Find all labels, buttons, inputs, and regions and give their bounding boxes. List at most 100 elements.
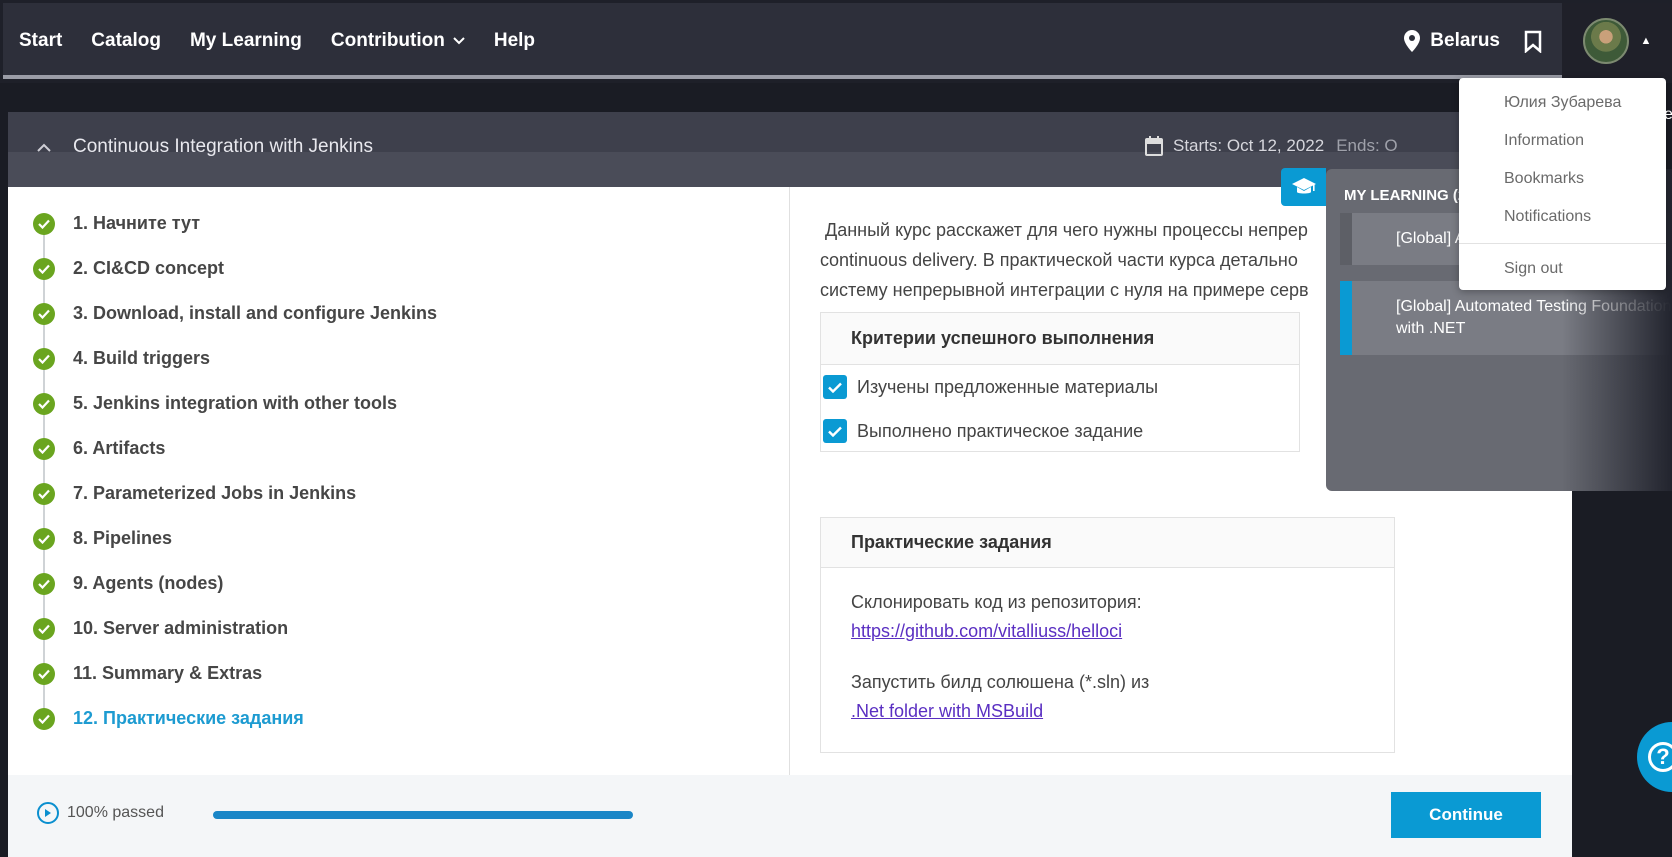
lesson-sidebar: 1. Начните тут 2. CI&CD concept 3. Downl… [8, 187, 790, 775]
end-date: Ends: O [1336, 136, 1398, 155]
tasks-body: Склонировать код из репозитория: https:/… [821, 568, 1394, 746]
check-icon [33, 302, 55, 325]
lesson-item[interactable]: 3. Download, install and configure Jenki… [33, 291, 437, 336]
check-icon [33, 662, 55, 685]
check-icon [33, 482, 55, 505]
lesson-item[interactable]: 10. Server administration [33, 606, 437, 651]
bookmark-button[interactable] [1524, 30, 1542, 53]
lesson-item[interactable]: 1. Начните тут [33, 201, 437, 246]
lesson-label: 10. Server administration [73, 618, 289, 638]
avatar [1582, 18, 1629, 64]
check-icon [33, 347, 55, 370]
lesson-item[interactable]: 2. CI&CD concept [33, 246, 437, 291]
start-date: Starts: Oct 12, 2022 [1173, 136, 1325, 155]
lesson-label: 3. Download, install and configure Jenki… [73, 303, 438, 323]
clone-text: Склонировать код из репозитория: [851, 592, 1142, 612]
tasks-header: Практические задания [821, 518, 1394, 568]
checkbox-checked[interactable] [823, 419, 847, 443]
check-icon [33, 617, 55, 640]
check-icon [33, 707, 55, 730]
user-dropdown: Юлия Зубарева Information Bookmarks Noti… [1459, 78, 1666, 290]
description-line: continuous delivery. В практической част… [820, 250, 1298, 270]
lesson-label: 1. Начните тут [73, 213, 201, 233]
lesson-label: 6. Artifacts [73, 438, 166, 458]
bookmark-icon [1524, 30, 1542, 53]
top-navbar: Start Catalog My Learning Contribution H… [3, 3, 1672, 79]
nav-contribution-label: Contribution [330, 30, 445, 51]
practical-tasks: Практические задания Склонировать код из… [820, 517, 1395, 753]
nav-help-label: Help [493, 30, 536, 51]
nav-my-learning-label: My Learning [189, 30, 302, 51]
check-icon [33, 572, 55, 595]
criteria-item: Изучены предложенные материалы [821, 365, 1299, 409]
question-icon: ? [1648, 742, 1672, 772]
menu-notifications[interactable]: Notifications [1459, 198, 1666, 236]
check-icon [33, 527, 55, 550]
my-learning-badge[interactable] [1281, 168, 1326, 206]
lesson-item[interactable]: 8. Pipelines [33, 516, 437, 561]
lesson-item[interactable]: 6. Artifacts [33, 426, 437, 471]
lesson-item[interactable]: 9. Agents (nodes) [33, 561, 437, 606]
caret-up-icon: ▲ [1640, 35, 1652, 47]
check-icon [33, 392, 55, 415]
sign-out[interactable]: Sign out [1459, 250, 1666, 288]
criteria-label: Выполнено практическое задание [857, 420, 1144, 441]
nav-catalog-label: Catalog [91, 30, 161, 51]
progress-fill [213, 811, 633, 819]
continue-button[interactable]: Continue [1391, 792, 1541, 838]
lesson-label: 5. Jenkins integration with other tools [73, 393, 398, 413]
lesson-list: 1. Начните тут 2. CI&CD concept 3. Downl… [33, 201, 437, 741]
lesson-label: 2. CI&CD concept [73, 258, 225, 278]
my-learning-title: MY LEARNING (2 [1344, 187, 1467, 204]
lesson-label: 11. Summary & Extras [73, 663, 263, 683]
description-line: Данный курс расскажет для чего нужны про… [820, 220, 1308, 240]
msbuild-link[interactable]: .Net folder with MSBuild [851, 701, 1043, 721]
location-label: Belarus [1430, 30, 1500, 51]
graduation-cap-icon [1291, 178, 1316, 194]
criteria-header: Критерии успешного выполнения [821, 313, 1299, 365]
lesson-label: 4. Build triggers [73, 348, 211, 368]
nav-contribution[interactable]: Contribution [331, 30, 465, 52]
repo-link[interactable]: https://github.com/vitalliuss/helloci [851, 621, 1122, 641]
pass-status: 100% passed [37, 802, 164, 824]
calendar-icon [1145, 136, 1163, 156]
lesson-item[interactable]: 11. Summary & Extras [33, 651, 437, 696]
lesson-item[interactable]: 4. Build triggers [33, 336, 437, 381]
check-icon [33, 437, 55, 460]
nav-help[interactable]: Help [494, 30, 535, 52]
progress-bar [213, 811, 633, 819]
lesson-item-active[interactable]: 12. Практические задания [33, 696, 437, 741]
main-nav: Start Catalog My Learning Contribution H… [19, 3, 564, 79]
nav-start[interactable]: Start [19, 30, 62, 52]
success-criteria: Критерии успешного выполнения Изучены пр… [820, 312, 1300, 452]
course-title-text: Continuous Integration with Jenkins [73, 136, 373, 157]
criteria-label: Изучены предложенные материалы [857, 376, 1159, 397]
user-name[interactable]: Юлия Зубарева [1459, 84, 1666, 122]
check-icon [33, 257, 55, 280]
location-pin-icon [1404, 30, 1421, 52]
course-dates: Starts: Oct 12, 2022 Ends: O [1145, 136, 1398, 156]
lesson-label: 9. Agents (nodes) [73, 573, 224, 593]
menu-information[interactable]: Information [1459, 122, 1666, 160]
menu-bookmarks[interactable]: Bookmarks [1459, 160, 1666, 198]
course-description: Данный курс расскажет для чего нужны про… [820, 215, 1320, 305]
chevron-down-icon [453, 34, 465, 48]
lesson-label: 12. Практические задания [73, 708, 304, 728]
pass-label: 100% passed [67, 804, 164, 821]
nav-start-label: Start [19, 30, 63, 51]
nav-my-learning[interactable]: My Learning [190, 30, 302, 52]
course-title: Continuous Integration with Jenkins [37, 136, 373, 158]
lesson-label: 7. Parameterized Jobs in Jenkins [73, 483, 357, 503]
lesson-item[interactable]: 7. Parameterized Jobs in Jenkins [33, 471, 437, 516]
criteria-item: Выполнено практическое задание [821, 409, 1299, 453]
location-selector[interactable]: Belarus [1404, 30, 1500, 52]
play-icon [37, 802, 59, 824]
chevron-up-icon[interactable] [37, 139, 51, 155]
check-icon [33, 212, 55, 235]
checkbox-checked[interactable] [823, 375, 847, 399]
nav-catalog[interactable]: Catalog [91, 30, 161, 52]
lesson-label: 8. Pipelines [73, 528, 173, 548]
lesson-item[interactable]: 5. Jenkins integration with other tools [33, 381, 437, 426]
course-footer: 100% passed Continue [8, 775, 1572, 857]
user-menu-toggle[interactable]: ▲ [1562, 3, 1672, 79]
